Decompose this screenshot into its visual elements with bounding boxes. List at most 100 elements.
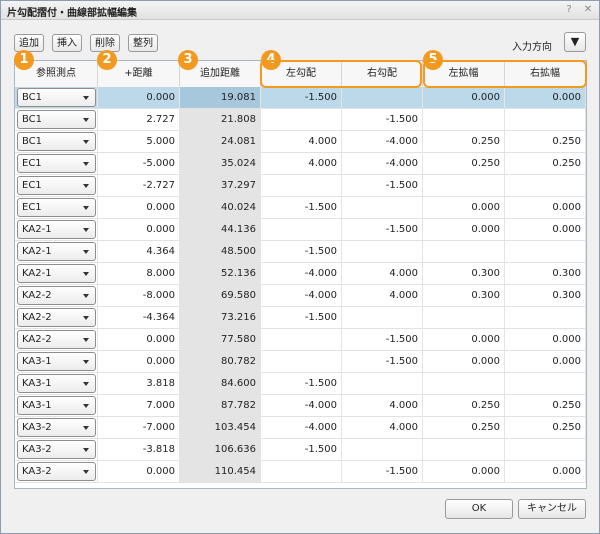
added-distance-cell[interactable]: 24.081 (180, 131, 261, 152)
left-widening-cell[interactable]: 0.250 (423, 131, 505, 152)
added-distance-cell[interactable]: 87.782 (180, 395, 261, 416)
added-distance-cell[interactable]: 40.024 (180, 197, 261, 218)
right-slope-cell[interactable]: 4.000 (342, 285, 423, 306)
added-distance-cell[interactable]: 103.454 (180, 417, 261, 438)
right-slope-cell[interactable] (342, 197, 423, 218)
left-slope-cell[interactable]: -4.000 (261, 417, 342, 438)
added-distance-cell[interactable]: 21.808 (180, 109, 261, 130)
added-distance-cell[interactable]: 73.216 (180, 307, 261, 328)
added-distance-cell[interactable]: 48.500 (180, 241, 261, 262)
ref-station-select[interactable]: KA3-2 (17, 440, 96, 459)
left-widening-cell[interactable] (423, 373, 505, 394)
sort-button[interactable]: 整列 (128, 34, 158, 52)
right-widening-cell[interactable]: 0.300 (505, 285, 586, 306)
ref-station-select[interactable]: KA3-2 (17, 418, 96, 437)
right-widening-cell[interactable]: 0.250 (505, 131, 586, 152)
left-widening-cell[interactable]: 0.000 (423, 351, 505, 372)
added-distance-cell[interactable]: 84.600 (180, 373, 261, 394)
ref-station-select[interactable]: KA2-1 (17, 242, 96, 261)
right-widening-cell[interactable]: 0.250 (505, 153, 586, 174)
ref-station-select[interactable]: KA3-2 (17, 462, 96, 481)
left-widening-cell[interactable]: 0.300 (423, 263, 505, 284)
left-slope-cell[interactable] (261, 219, 342, 240)
table-row[interactable]: KA2-2 -4.364 73.216 -1.500 (15, 307, 586, 329)
right-slope-cell[interactable]: -1.500 (342, 329, 423, 350)
left-slope-cell[interactable]: 4.000 (261, 153, 342, 174)
right-slope-cell[interactable] (342, 87, 423, 108)
right-widening-cell[interactable]: 0.000 (505, 197, 586, 218)
insert-button[interactable]: 挿入 (52, 34, 82, 52)
left-widening-cell[interactable]: 0.000 (423, 87, 505, 108)
right-widening-cell[interactable] (505, 373, 586, 394)
added-distance-cell[interactable]: 37.297 (180, 175, 261, 196)
plus-distance-cell[interactable]: -5.000 (98, 153, 180, 174)
right-slope-cell[interactable]: -4.000 (342, 131, 423, 152)
left-slope-cell[interactable]: -1.500 (261, 439, 342, 460)
ref-station-select[interactable]: KA2-1 (17, 220, 96, 239)
help-icon[interactable]: ? (562, 3, 576, 17)
cancel-button[interactable]: キャンセル (518, 499, 586, 519)
right-slope-cell[interactable] (342, 307, 423, 328)
left-slope-cell[interactable]: -4.000 (261, 395, 342, 416)
left-widening-cell[interactable]: 0.000 (423, 197, 505, 218)
plus-distance-cell[interactable]: 0.000 (98, 197, 180, 218)
right-widening-cell[interactable] (505, 241, 586, 262)
added-distance-cell[interactable]: 80.782 (180, 351, 261, 372)
right-slope-cell[interactable]: 4.000 (342, 417, 423, 438)
added-distance-cell[interactable]: 44.136 (180, 219, 261, 240)
ref-station-select[interactable]: KA3-1 (17, 396, 96, 415)
left-widening-cell[interactable]: 0.000 (423, 461, 505, 482)
ref-station-select[interactable]: KA3-1 (17, 352, 96, 371)
plus-distance-cell[interactable]: 0.000 (98, 219, 180, 240)
left-slope-cell[interactable]: -1.500 (261, 373, 342, 394)
right-slope-cell[interactable]: 4.000 (342, 263, 423, 284)
table-row[interactable]: KA3-2 -7.000 103.454 -4.000 4.000 0.250 0.250 (15, 417, 586, 439)
plus-distance-cell[interactable]: 0.000 (98, 461, 180, 482)
left-slope-cell[interactable]: -4.000 (261, 285, 342, 306)
left-slope-cell[interactable]: -4.000 (261, 263, 342, 284)
plus-distance-cell[interactable]: 8.000 (98, 263, 180, 284)
plus-distance-cell[interactable]: 0.000 (98, 87, 180, 108)
ref-station-select[interactable]: EC1 (17, 198, 96, 217)
right-slope-cell[interactable]: -1.500 (342, 219, 423, 240)
right-widening-cell[interactable]: 0.000 (505, 461, 586, 482)
ok-button[interactable]: OK (445, 499, 513, 519)
plus-distance-cell[interactable]: 0.000 (98, 351, 180, 372)
right-widening-cell[interactable]: 0.000 (505, 329, 586, 350)
left-widening-cell[interactable]: 0.250 (423, 417, 505, 438)
table-row[interactable]: KA2-1 4.364 48.500 -1.500 (15, 241, 586, 263)
left-widening-cell[interactable]: 0.000 (423, 329, 505, 350)
ref-station-select[interactable]: KA2-2 (17, 308, 96, 327)
plus-distance-cell[interactable]: 7.000 (98, 395, 180, 416)
ref-station-select[interactable]: BC1 (17, 132, 96, 151)
plus-distance-cell[interactable]: 0.000 (98, 329, 180, 350)
plus-distance-cell[interactable]: -7.000 (98, 417, 180, 438)
table-row[interactable]: EC1 -5.000 35.024 4.000 -4.000 0.250 0.250 (15, 153, 586, 175)
close-icon[interactable]: ✕ (581, 3, 595, 17)
right-slope-cell[interactable] (342, 373, 423, 394)
table-row[interactable]: KA2-2 0.000 77.580 -1.500 0.000 0.000 (15, 329, 586, 351)
table-row[interactable]: KA2-1 0.000 44.136 -1.500 0.000 0.000 (15, 219, 586, 241)
plus-distance-cell[interactable]: 5.000 (98, 131, 180, 152)
added-distance-cell[interactable]: 19.081 (180, 87, 261, 108)
right-widening-cell[interactable]: 0.000 (505, 219, 586, 240)
ref-station-select[interactable]: KA2-2 (17, 286, 96, 305)
plus-distance-cell[interactable]: -3.818 (98, 439, 180, 460)
added-distance-cell[interactable]: 52.136 (180, 263, 261, 284)
left-slope-cell[interactable] (261, 351, 342, 372)
ref-station-select[interactable]: KA3-1 (17, 374, 96, 393)
left-slope-cell[interactable]: 4.000 (261, 131, 342, 152)
left-slope-cell[interactable] (261, 461, 342, 482)
table-row[interactable]: KA3-1 0.000 80.782 -1.500 0.000 0.000 (15, 351, 586, 373)
table-row[interactable]: KA2-1 8.000 52.136 -4.000 4.000 0.300 0.300 (15, 263, 586, 285)
table-row[interactable]: KA3-2 0.000 110.454 -1.500 0.000 0.000 (15, 461, 586, 483)
right-widening-cell[interactable]: 0.000 (505, 87, 586, 108)
right-slope-cell[interactable]: -1.500 (342, 109, 423, 130)
left-widening-cell[interactable] (423, 439, 505, 460)
table-row[interactable]: EC1 0.000 40.024 -1.500 0.000 0.000 (15, 197, 586, 219)
ref-station-select[interactable]: BC1 (17, 110, 96, 129)
input-direction-dropdown[interactable]: ▼ (564, 32, 586, 52)
left-widening-cell[interactable]: 0.250 (423, 153, 505, 174)
right-widening-cell[interactable] (505, 109, 586, 130)
table-row[interactable]: KA3-2 -3.818 106.636 -1.500 (15, 439, 586, 461)
